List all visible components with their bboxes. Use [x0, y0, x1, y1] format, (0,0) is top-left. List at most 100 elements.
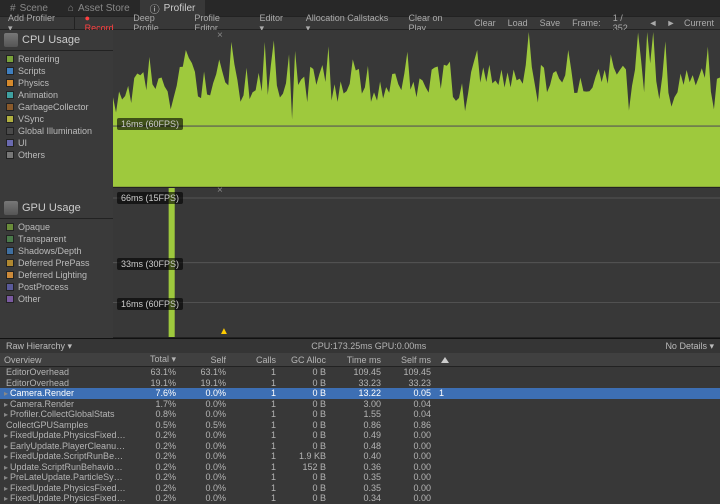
- expand-icon[interactable]: ▸: [4, 442, 8, 451]
- hierarchy-mode-dropdown[interactable]: Raw Hierarchy ▾: [6, 341, 72, 352]
- table-row[interactable]: ▸Camera.Render7.6%0.0%10 B13.220.051: [0, 388, 720, 399]
- color-swatch: [6, 127, 14, 135]
- cpu-legend-item[interactable]: VSync: [0, 113, 113, 125]
- table-row[interactable]: ▸Camera.Render1.7%0.0%10 B3.000.04: [0, 399, 720, 410]
- color-swatch: [6, 55, 14, 63]
- col-overview[interactable]: Overview: [0, 355, 130, 365]
- gpu-legend-item[interactable]: Shadows/Depth: [0, 245, 113, 257]
- legend-label: Other: [18, 294, 41, 304]
- color-swatch: [6, 283, 14, 291]
- legend-label: Animation: [18, 90, 58, 100]
- cpu-legend-item[interactable]: Others: [0, 149, 113, 161]
- color-swatch: [6, 223, 14, 231]
- color-swatch: [6, 235, 14, 243]
- expand-icon[interactable]: ▸: [4, 463, 8, 472]
- table-row[interactable]: CollectGPUSamples0.5%0.5%10 B0.860.86: [0, 420, 720, 431]
- frame-label: Frame:: [566, 18, 607, 28]
- expand-icon[interactable]: ▸: [4, 452, 8, 461]
- table-row[interactable]: EditorOverhead63.1%63.1%10 B109.45109.45: [0, 367, 720, 378]
- gpu-legend-item[interactable]: PostProcess: [0, 281, 113, 293]
- col-sort[interactable]: [435, 355, 475, 365]
- cpu-legend-item[interactable]: Animation: [0, 89, 113, 101]
- color-swatch: [6, 259, 14, 267]
- table-row[interactable]: ▸Profiler.CollectGlobalStats0.8%0.0%10 B…: [0, 409, 720, 420]
- gpu-legend-item[interactable]: Other: [0, 293, 113, 305]
- cpu-legend-item[interactable]: Rendering: [0, 53, 113, 65]
- legend-label: Global Illumination: [18, 126, 92, 136]
- col-calls[interactable]: Calls: [230, 355, 280, 365]
- cpu-legend-item[interactable]: UI: [0, 137, 113, 149]
- col-self-ms[interactable]: Self ms: [385, 355, 435, 365]
- gpu-chart[interactable]: 66ms (15FPS) 33ms (30FPS) 16ms (60FPS) ▲: [113, 188, 720, 338]
- expand-icon[interactable]: ▸: [4, 410, 8, 419]
- frame-cursor[interactable]: ▲: [219, 326, 229, 337]
- legend-label: PostProcess: [18, 282, 69, 292]
- cpu-legend-item[interactable]: Global Illumination: [0, 125, 113, 137]
- color-swatch: [6, 139, 14, 147]
- legend-label: Rendering: [18, 54, 60, 64]
- cpu-legend-item[interactable]: Scripts: [0, 65, 113, 77]
- legend-label: Physics: [18, 78, 49, 88]
- expand-icon[interactable]: ▸: [4, 400, 8, 409]
- gpu-legend-item[interactable]: Transparent: [0, 233, 113, 245]
- cpu-legend-item[interactable]: GarbageCollector: [0, 101, 113, 113]
- cpu-panel-title: CPU Usage: [22, 34, 80, 46]
- clear-button[interactable]: Clear: [468, 18, 502, 28]
- table-row[interactable]: ▸EarlyUpdate.PlayerCleanupCachedData0.2%…: [0, 441, 720, 452]
- table-row[interactable]: ▸FixedUpdate.PhysicsFixedUpdate0.2%0.0%1…: [0, 430, 720, 441]
- load-button[interactable]: Load: [502, 18, 534, 28]
- color-swatch: [6, 115, 14, 123]
- cpu-fps-label: 16ms (60FPS): [117, 118, 183, 130]
- next-frame-button[interactable]: ►: [664, 18, 678, 28]
- col-time-ms[interactable]: Time ms: [330, 355, 385, 365]
- cpu-panel-header[interactable]: CPU Usage: [0, 30, 113, 51]
- gpu-icon: [4, 201, 18, 215]
- save-button[interactable]: Save: [534, 18, 567, 28]
- legend-label: Others: [18, 150, 45, 160]
- table-row[interactable]: ▸FixedUpdate.ScriptRunBehaviourFixedUpda…: [0, 451, 720, 462]
- gpu-fps-label-60: 16ms (60FPS): [117, 298, 183, 310]
- legend-label: Transparent: [18, 234, 66, 244]
- color-swatch: [6, 247, 14, 255]
- current-button[interactable]: Current: [678, 18, 720, 28]
- legend-label: Deferred PrePass: [18, 258, 90, 268]
- color-swatch: [6, 79, 14, 87]
- cpu-panel-close[interactable]: ×: [217, 30, 223, 41]
- table-row[interactable]: ▸Update.ScriptRunBehaviourUpdate0.2%0.0%…: [0, 462, 720, 473]
- expand-icon[interactable]: ▸: [4, 484, 8, 493]
- color-swatch: [6, 91, 14, 99]
- col-gc-alloc[interactable]: GC Alloc: [280, 355, 330, 365]
- gpu-panel-header[interactable]: GPU Usage: [0, 198, 113, 219]
- cpu-chart[interactable]: 16ms (60FPS): [113, 30, 720, 188]
- legend-label: Deferred Lighting: [18, 270, 87, 280]
- legend-label: Scripts: [18, 66, 46, 76]
- gpu-legend-item[interactable]: Deferred PrePass: [0, 257, 113, 269]
- expand-icon[interactable]: ▸: [4, 494, 8, 503]
- timing-summary: CPU:173.25ms GPU:0.00ms: [311, 341, 426, 351]
- color-swatch: [6, 103, 14, 111]
- color-swatch: [6, 271, 14, 279]
- gpu-legend-item[interactable]: Deferred Lighting: [0, 269, 113, 281]
- prev-frame-button[interactable]: ◄: [646, 18, 660, 28]
- expand-icon[interactable]: ▸: [4, 389, 8, 398]
- col-total[interactable]: Total ▾: [130, 354, 180, 365]
- gpu-fps-label-15: 66ms (15FPS): [117, 192, 183, 204]
- color-swatch: [6, 151, 14, 159]
- details-dropdown[interactable]: No Details ▾: [665, 341, 714, 352]
- expand-icon[interactable]: ▸: [4, 473, 8, 482]
- col-self[interactable]: Self: [180, 355, 230, 365]
- cpu-legend-item[interactable]: Physics: [0, 77, 113, 89]
- gpu-legend-item[interactable]: Opaque: [0, 221, 113, 233]
- table-row[interactable]: ▸FixedUpdate.PhysicsFixedUpdate0.2%0.0%1…: [0, 493, 720, 504]
- color-swatch: [6, 295, 14, 303]
- table-row[interactable]: ▸PreLateUpdate.ParticleSystemBeginUpdate…: [0, 472, 720, 483]
- table-row[interactable]: ▸FixedUpdate.PhysicsFixedUpdate0.2%0.0%1…: [0, 483, 720, 494]
- legend-label: UI: [18, 138, 27, 148]
- gpu-panel-close[interactable]: ×: [217, 185, 223, 196]
- grid-header[interactable]: Overview Total ▾ Self Calls GC Alloc Tim…: [0, 353, 720, 367]
- legend-label: VSync: [18, 114, 44, 124]
- legend-label: GarbageCollector: [18, 102, 89, 112]
- expand-icon[interactable]: ▸: [4, 431, 8, 440]
- table-row[interactable]: EditorOverhead19.1%19.1%10 B33.2333.23: [0, 378, 720, 389]
- legend-label: Shadows/Depth: [18, 246, 82, 256]
